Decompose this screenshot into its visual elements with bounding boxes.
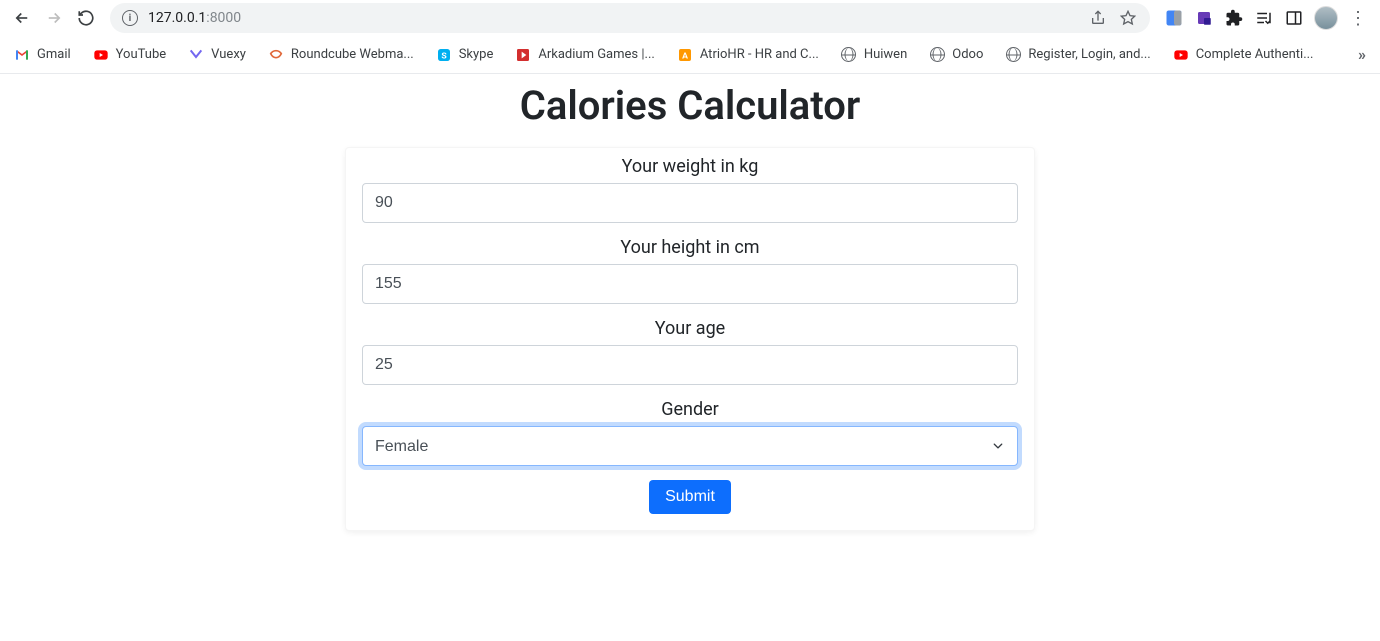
bookmark-star-icon[interactable]	[1118, 8, 1138, 28]
reload-button[interactable]	[72, 4, 100, 32]
svg-text:A: A	[682, 51, 688, 61]
kebab-menu-icon[interactable]: ⋮	[1348, 8, 1368, 28]
reading-list-icon[interactable]	[1254, 8, 1274, 28]
bookmark-huiwen[interactable]: Huiwen	[841, 47, 907, 63]
bookmark-skype[interactable]: S Skype	[436, 47, 494, 63]
url-text: 127.0.0.1:8000	[148, 10, 1078, 26]
browser-toolbar: i 127.0.0.1:8000 ⋮	[0, 0, 1380, 36]
roundcube-icon	[268, 47, 284, 63]
gender-select[interactable]: Female	[362, 426, 1018, 466]
arrow-left-icon	[13, 9, 31, 27]
youtube-icon	[93, 47, 109, 63]
page-title: Calories Calculator	[0, 82, 1380, 129]
height-group: Your height in cm	[362, 237, 1018, 304]
toolbar-right-icons: ⋮	[1160, 6, 1372, 30]
atriohr-icon: A	[677, 47, 693, 63]
site-info-icon[interactable]: i	[122, 10, 138, 26]
address-bar[interactable]: i 127.0.0.1:8000	[110, 3, 1150, 33]
height-label: Your height in cm	[362, 237, 1018, 258]
bookmark-arkadium[interactable]: Arkadium Games |...	[515, 47, 654, 63]
bookmark-label: Register, Login, and...	[1028, 47, 1150, 62]
vuexy-icon	[188, 47, 204, 63]
calculator-card: Your weight in kg Your height in cm Your…	[345, 147, 1035, 531]
bookmark-label: Complete Authenti...	[1196, 47, 1314, 62]
bookmark-atriohr[interactable]: A AtrioHR - HR and C...	[677, 47, 819, 63]
page-content: Calories Calculator Your weight in kg Yo…	[0, 74, 1380, 531]
age-label: Your age	[362, 318, 1018, 339]
skype-icon: S	[436, 47, 452, 63]
submit-button[interactable]: Submit	[649, 480, 731, 514]
height-input[interactable]	[362, 264, 1018, 304]
forward-button[interactable]	[40, 4, 68, 32]
svg-text:S: S	[441, 51, 447, 61]
weight-input[interactable]	[362, 183, 1018, 223]
extensions-icon[interactable]	[1224, 8, 1244, 28]
bookmarks-overflow-icon[interactable]: »	[1358, 45, 1366, 64]
weight-label: Your weight in kg	[362, 156, 1018, 177]
bookmark-label: YouTube	[116, 47, 167, 62]
bookmark-label: Roundcube Webma...	[291, 47, 414, 62]
bookmark-gmail[interactable]: Gmail	[14, 47, 71, 63]
url-port: :8000	[206, 10, 241, 26]
bookmark-label: Arkadium Games |...	[538, 47, 654, 62]
weight-group: Your weight in kg	[362, 156, 1018, 223]
arrow-right-icon	[45, 9, 63, 27]
gmail-icon	[14, 47, 30, 63]
bookmarks-bar: Gmail YouTube Vuexy Roundcube Webma... S…	[0, 36, 1380, 74]
arkadium-icon	[515, 47, 531, 63]
bookmark-roundcube[interactable]: Roundcube Webma...	[268, 47, 414, 63]
share-icon[interactable]	[1088, 8, 1108, 28]
url-host: 127.0.0.1	[148, 10, 206, 26]
back-button[interactable]	[8, 4, 36, 32]
youtube-icon	[1173, 47, 1189, 63]
reload-icon	[77, 9, 95, 27]
age-group: Your age	[362, 318, 1018, 385]
globe-icon	[929, 47, 945, 63]
bookmark-label: Gmail	[37, 47, 71, 62]
bookmark-register-login[interactable]: Register, Login, and...	[1005, 47, 1150, 63]
submit-row: Submit	[362, 480, 1018, 514]
purple-ext-icon[interactable]	[1194, 8, 1214, 28]
bookmark-label: AtrioHR - HR and C...	[700, 47, 819, 62]
profile-avatar[interactable]	[1314, 6, 1338, 30]
age-input[interactable]	[362, 345, 1018, 385]
globe-icon	[841, 47, 857, 63]
bookmark-youtube[interactable]: YouTube	[93, 47, 167, 63]
bookmark-label: Huiwen	[864, 47, 907, 62]
bookmark-complete-auth[interactable]: Complete Authenti...	[1173, 47, 1314, 63]
panel-icon[interactable]	[1284, 8, 1304, 28]
bookmark-odoo[interactable]: Odoo	[929, 47, 983, 63]
gender-label: Gender	[362, 399, 1018, 420]
translate-ext-icon[interactable]	[1164, 8, 1184, 28]
bookmark-label: Skype	[459, 47, 494, 62]
gender-group: Gender Female	[362, 399, 1018, 466]
bookmark-label: Odoo	[952, 47, 983, 62]
bookmark-vuexy[interactable]: Vuexy	[188, 47, 246, 63]
globe-icon	[1005, 47, 1021, 63]
bookmark-label: Vuexy	[211, 47, 246, 62]
